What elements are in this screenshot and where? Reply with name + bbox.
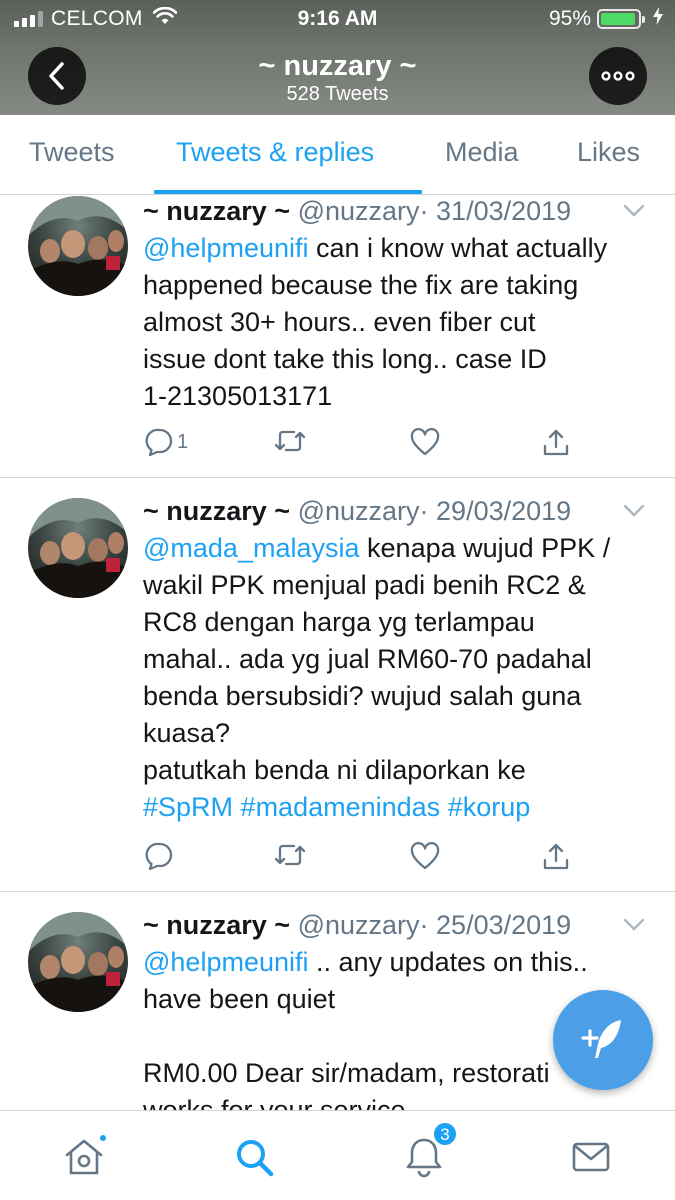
mention-link[interactable]: @helpmeunifi: [143, 233, 309, 263]
reply-button[interactable]: 1: [143, 428, 188, 456]
reply-icon: [145, 842, 173, 870]
retweet-button[interactable]: [273, 842, 307, 868]
bottom-tab-bar: 3: [0, 1110, 675, 1200]
tweet-line: almost 30+ hours.. even fiber cut: [143, 307, 536, 337]
share-button[interactable]: [541, 428, 571, 458]
author-name[interactable]: ~ nuzzary ~: [143, 196, 290, 226]
avatar[interactable]: [28, 498, 128, 598]
reply-icon: [145, 428, 173, 456]
chevron-down-icon[interactable]: [623, 504, 645, 523]
tweet-line: works for your service: [143, 1095, 406, 1110]
tweet-line: kenapa wujud PPK /: [367, 533, 611, 563]
hashtag-link[interactable]: #korup: [448, 792, 531, 822]
author-handle[interactable]: @nuzzary: [298, 496, 420, 526]
avatar[interactable]: [28, 196, 128, 296]
status-bar: CELCOM 9:16 AM 95%: [0, 0, 675, 38]
nav-notifications[interactable]: 3: [400, 1121, 458, 1181]
like-button[interactable]: [410, 842, 440, 870]
retweet-icon: [274, 844, 306, 866]
tab-media[interactable]: Media: [445, 137, 519, 168]
tweet-line: happened because the fix are taking: [143, 270, 579, 300]
profile-header: CELCOM 9:16 AM 95% ~ nuzzary ~ 528 Tweet…: [0, 0, 675, 115]
profile-name: ~ nuzzary ~: [258, 50, 417, 82]
tweet-header: ~ nuzzary ~ @nuzzary· 31/03/2019: [143, 196, 571, 227]
nav-messages[interactable]: [567, 1133, 615, 1181]
battery-percent: 95%: [548, 7, 591, 30]
more-button[interactable]: [589, 47, 647, 105]
tweet-count: 528 Tweets: [286, 83, 389, 105]
home-new-indicator: [98, 1133, 108, 1143]
tweet-date: · 31/03/2019: [419, 196, 572, 226]
like-button[interactable]: [410, 428, 440, 456]
tweet-actions: 1: [143, 428, 643, 460]
share-icon: [543, 429, 569, 456]
tweet-date: · 25/03/2019: [419, 910, 572, 940]
tweet-line: wakil PPK menjual padi benih RC2 &: [143, 570, 586, 600]
tab-tweets-and-replies[interactable]: Tweets & replies: [176, 137, 374, 168]
messages-icon: [572, 1142, 610, 1172]
tweet-text: @helpmeunifi can i know what actually ha…: [143, 230, 653, 415]
reply-count: 1: [177, 430, 189, 453]
tab-tweets[interactable]: Tweets: [29, 137, 115, 168]
author-name[interactable]: ~ nuzzary ~: [143, 910, 290, 940]
compose-tweet-button[interactable]: [553, 990, 653, 1090]
more-icon: [601, 71, 635, 81]
mention-link[interactable]: @mada_malaysia: [143, 533, 360, 563]
tweet-line: can i know what actually: [316, 233, 608, 263]
profile-tabs: Tweets Tweets & replies Media Likes: [0, 115, 675, 195]
compose-feather-icon: [581, 1020, 621, 1058]
tweet-line: issue dont take this long.. case ID: [143, 344, 547, 374]
chevron-down-icon[interactable]: [623, 204, 645, 223]
battery-icon: [597, 9, 645, 29]
hashtag-link[interactable]: #madamenindas: [241, 792, 441, 822]
heart-icon: [410, 842, 440, 870]
tweet[interactable]: ~ nuzzary ~ @nuzzary· 29/03/2019 @mada_m…: [0, 478, 675, 892]
nav-search[interactable]: [230, 1133, 278, 1181]
tweet-actions: [143, 842, 643, 874]
mention-link[interactable]: @helpmeunifi: [143, 947, 309, 977]
tweet-line: kuasa?: [143, 718, 231, 748]
retweet-icon: [274, 430, 306, 452]
tweet-line: .. any updates on this..: [316, 947, 588, 977]
search-icon: [237, 1140, 274, 1177]
share-button[interactable]: [541, 842, 571, 872]
author-handle[interactable]: @nuzzary: [298, 910, 420, 940]
active-tab-indicator: [154, 190, 422, 194]
tweet-line: benda bersubsidi? wujud salah guna: [143, 681, 582, 711]
reply-button[interactable]: [143, 842, 173, 870]
tweet-line: mahal.. ada yg jual RM60-70 padahal: [143, 644, 592, 674]
tweet-line: RC8 dengan harga yg terlampau: [143, 607, 535, 637]
tweet-date: · 29/03/2019: [419, 496, 572, 526]
tweet-line: patutkah benda ni dilaporkan ke: [143, 755, 526, 785]
author-handle[interactable]: @nuzzary: [298, 196, 420, 226]
tweet-feed[interactable]: ~ nuzzary ~ @nuzzary· 31/03/2019 @helpme…: [0, 196, 675, 1110]
profile-title: ~ nuzzary ~ 528 Tweets: [0, 50, 675, 106]
notification-badge: 3: [432, 1121, 458, 1147]
heart-icon: [410, 428, 440, 456]
nav-home[interactable]: [60, 1133, 108, 1181]
author-name[interactable]: ~ nuzzary ~: [143, 496, 290, 526]
charging-icon: [653, 7, 663, 31]
chevron-down-icon[interactable]: [623, 918, 645, 937]
retweet-button[interactable]: [273, 428, 307, 454]
tweet[interactable]: ~ nuzzary ~ @nuzzary· 31/03/2019 @helpme…: [0, 196, 675, 478]
hashtag-link[interactable]: #SpRM: [143, 792, 233, 822]
avatar[interactable]: [28, 912, 128, 1012]
share-icon: [543, 843, 569, 870]
tab-likes[interactable]: Likes: [577, 137, 640, 168]
tweet-line: 1-21305013171: [143, 381, 333, 411]
tweet-header: ~ nuzzary ~ @nuzzary· 25/03/2019: [143, 910, 571, 941]
tweet-text: @mada_malaysia kenapa wujud PPK / wakil …: [143, 530, 653, 826]
tweet-header: ~ nuzzary ~ @nuzzary· 29/03/2019: [143, 496, 571, 527]
